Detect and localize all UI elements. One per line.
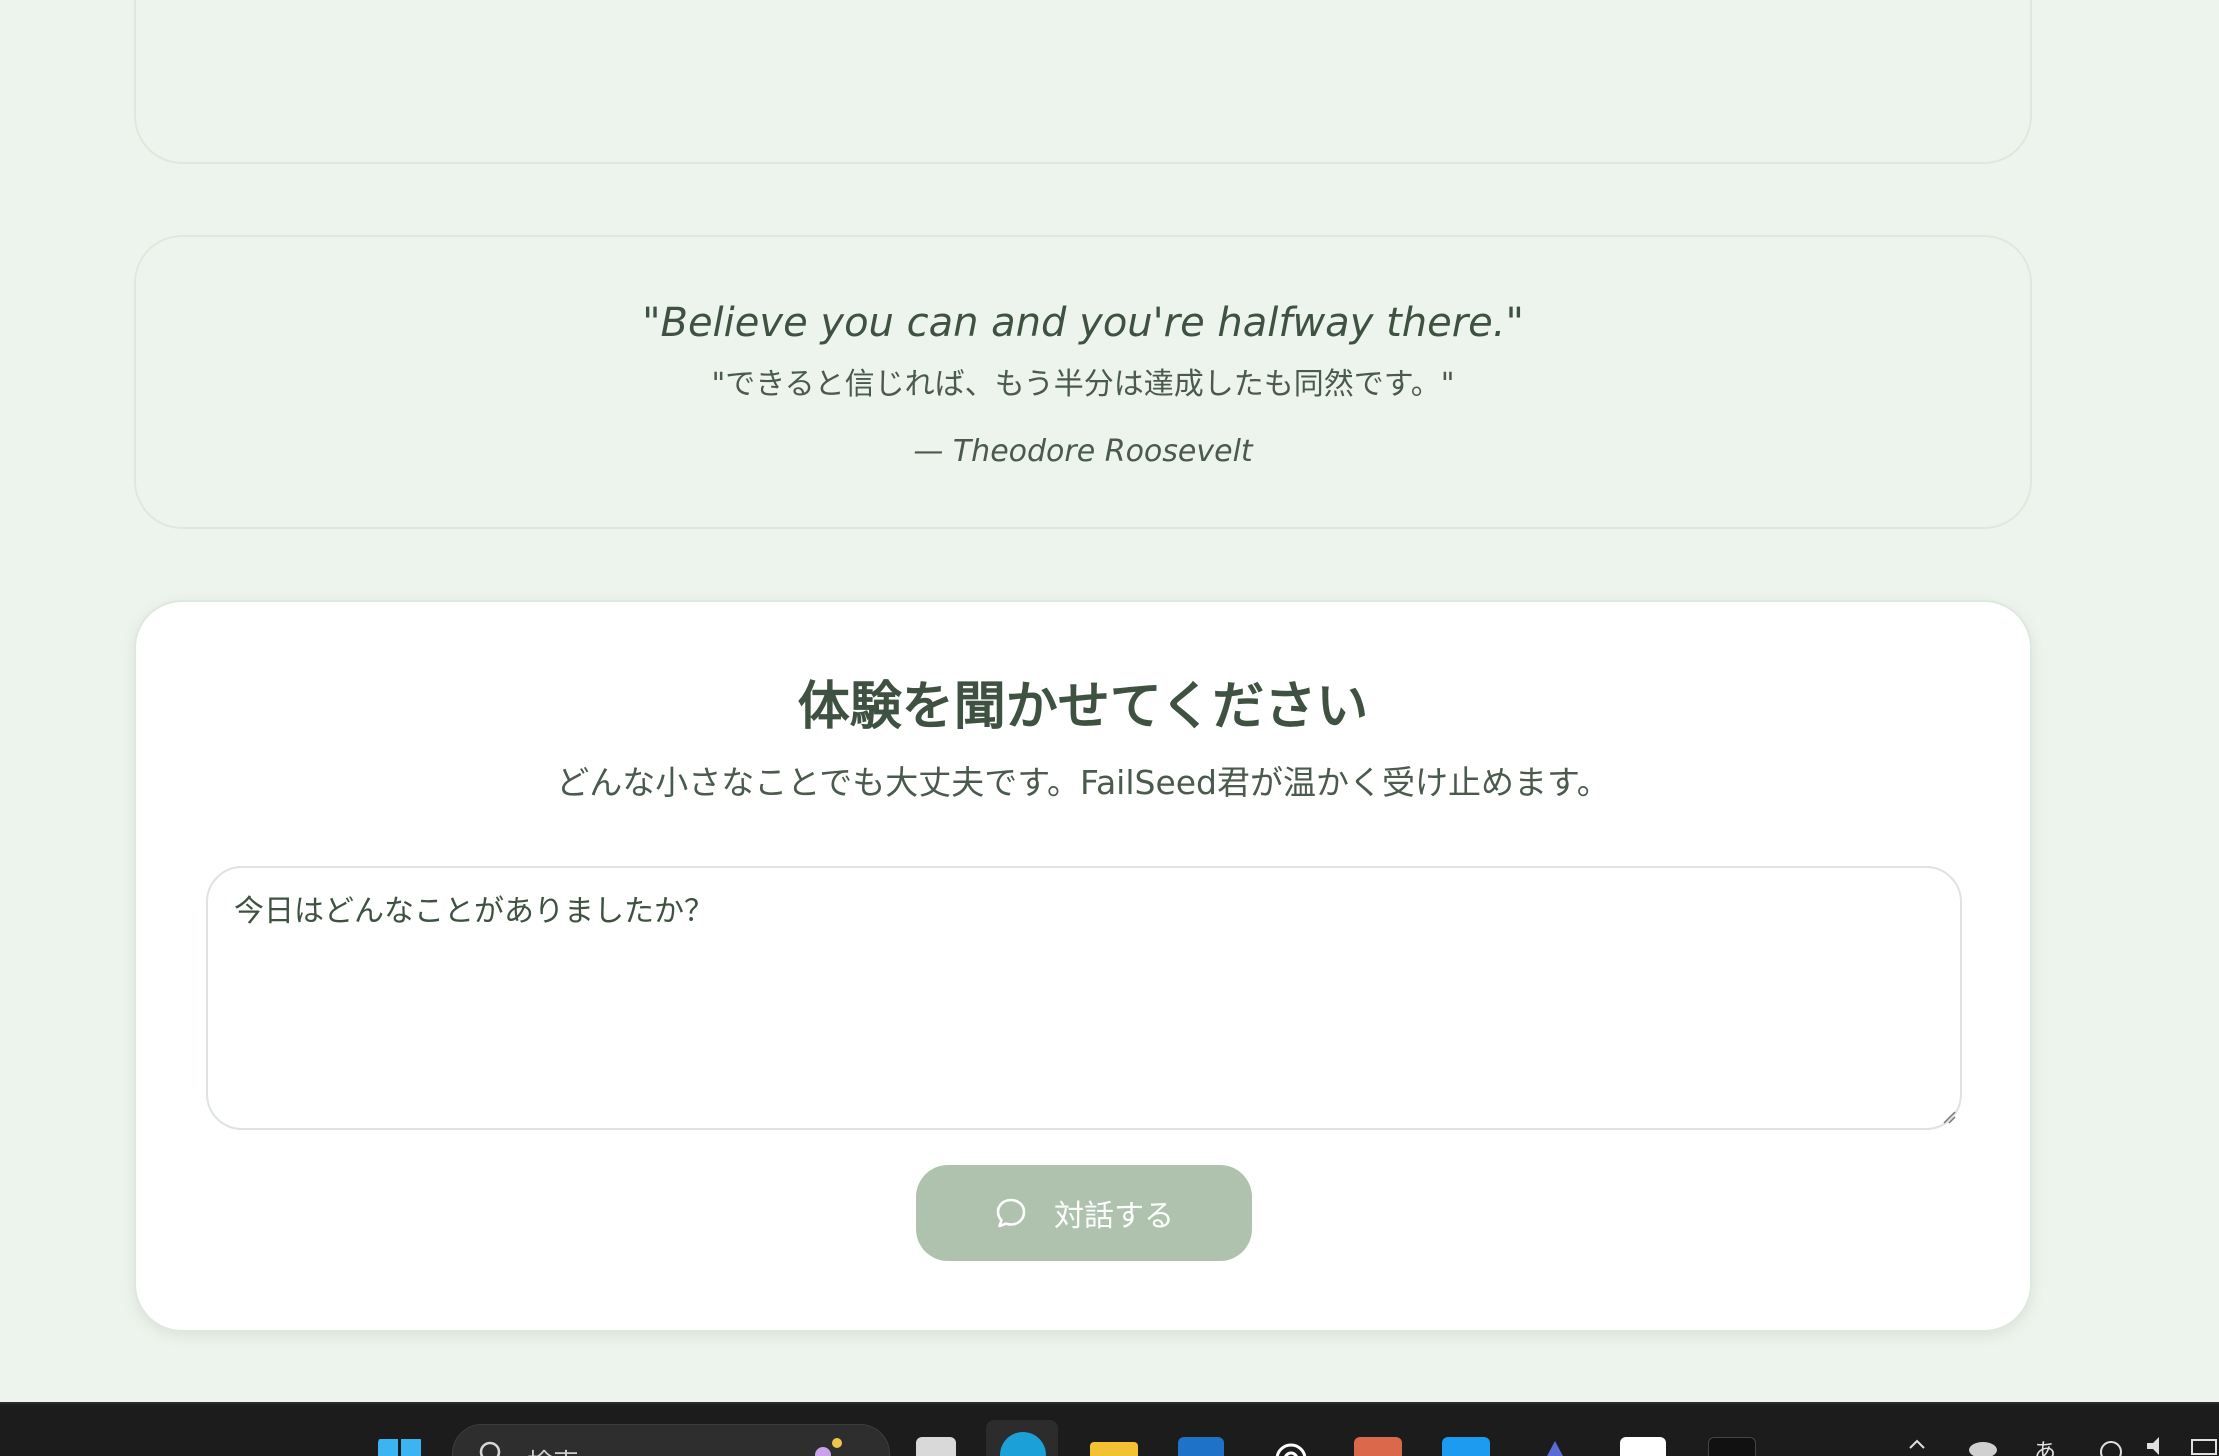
outlook-icon[interactable] [1178, 1437, 1224, 1456]
experience-textarea-wrapper [206, 866, 1962, 1130]
taskbar: 検索 あ [0, 1402, 2219, 1456]
chatgpt-icon[interactable] [1268, 1437, 1314, 1456]
experience-form-card: 体験を聞かせてください どんな小さなことでも大丈夫です。FailSeed君が温か… [134, 600, 2032, 1332]
form-title: 体験を聞かせてください [797, 677, 1369, 737]
note-icon[interactable] [1620, 1437, 1666, 1456]
page: "Believe you can and you're halfway ther… [0, 0, 2219, 1456]
search-icon [479, 1441, 501, 1456]
claude-icon[interactable] [1354, 1437, 1402, 1456]
volume-icon[interactable] [2144, 1434, 2174, 1456]
taskbar-search-placeholder: 検索 [527, 1443, 579, 1456]
task-view-icon[interactable] [916, 1437, 956, 1456]
copilot-sparkle-icon [815, 1438, 842, 1456]
experience-textarea[interactable] [208, 868, 1960, 1128]
battery-icon[interactable] [2190, 1434, 2218, 1456]
clipboard-icon[interactable] [1708, 1437, 1756, 1456]
twitter-icon[interactable] [1442, 1437, 1490, 1456]
talk-button-label: 対話する [1054, 1199, 1174, 1234]
quote-card: "Believe you can and you're halfway ther… [134, 235, 2032, 529]
quote-japanese: "できると信じれば、もう半分は達成したも同然です。" [711, 367, 1455, 402]
tray-chevron-icon[interactable] [1906, 1434, 1928, 1454]
taskbar-search[interactable]: 検索 [452, 1424, 890, 1456]
quote-english: "Believe you can and you're halfway ther… [642, 300, 1524, 346]
windows-start-icon[interactable] [378, 1437, 422, 1456]
previous-card [134, 0, 2032, 164]
chat-bubble-icon [996, 1198, 1026, 1228]
network-icon[interactable] [2096, 1434, 2126, 1456]
form-subtitle: どんな小さなことでも大丈夫です。FailSeed君が温かく受け止めます。 [556, 763, 1610, 802]
onedrive-icon[interactable] [1966, 1434, 2000, 1456]
talk-button[interactable]: 対話する [916, 1165, 1252, 1261]
file-explorer-icon[interactable] [1090, 1442, 1138, 1456]
resize-grip-icon[interactable] [1942, 1110, 1956, 1124]
vscode-icon[interactable] [1532, 1437, 1578, 1456]
ime-indicator[interactable]: あ [2034, 1434, 2056, 1456]
quote-author: — Theodore Roosevelt [913, 434, 1253, 469]
